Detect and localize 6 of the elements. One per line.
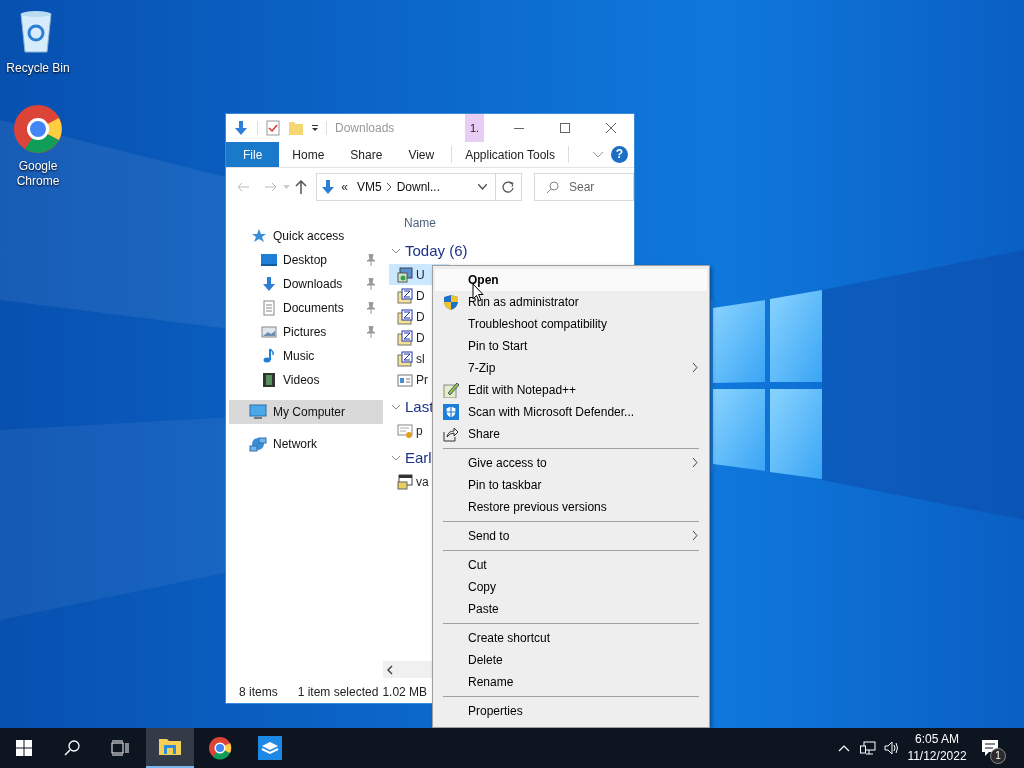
status-text: 8 items xyxy=(239,684,278,701)
tab-tag: 1. xyxy=(465,114,484,142)
status-text: 1.02 MB xyxy=(382,684,428,701)
notification-count: 1 xyxy=(990,748,1006,764)
status-text: 1 item selected xyxy=(297,684,379,701)
window-title: Downloads xyxy=(335,120,395,137)
